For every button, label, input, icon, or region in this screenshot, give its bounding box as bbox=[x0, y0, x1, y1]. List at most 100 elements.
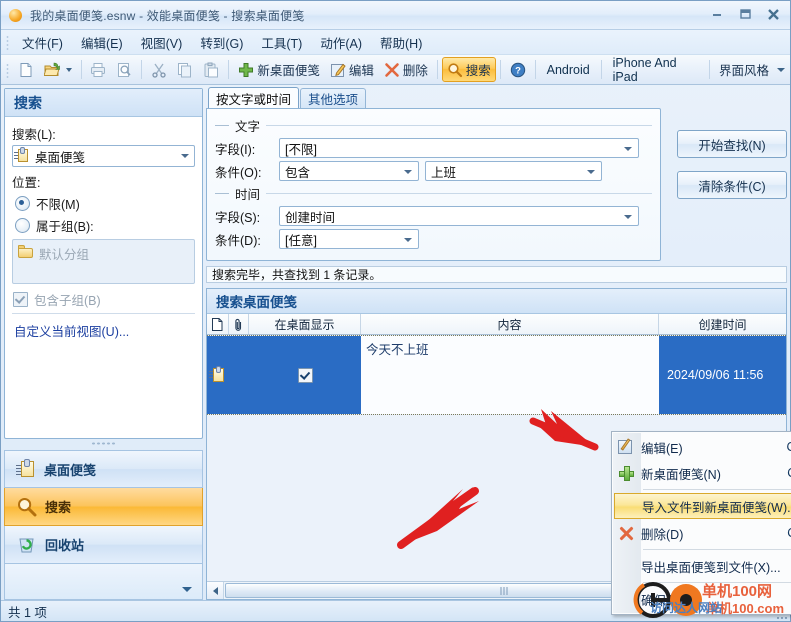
column-header-show-on-desktop[interactable]: 在桌面显示 bbox=[249, 314, 361, 334]
time-group-title: 时间 bbox=[215, 184, 652, 203]
context-menu-item-import-file[interactable]: 导入文件到新桌面便笺(W)... bbox=[614, 493, 791, 519]
menu-help[interactable]: 帮助(H) bbox=[371, 30, 431, 55]
menu-view[interactable]: 视图(V) bbox=[132, 30, 192, 55]
sidebar-item-desktop-notes[interactable]: 桌面便笺 bbox=[4, 450, 203, 488]
chevron-down-icon[interactable] bbox=[624, 147, 632, 151]
context-menu-item-delete[interactable]: 删除(D) Ctrl+D bbox=[612, 520, 791, 546]
edit-button[interactable]: 编辑 bbox=[325, 57, 379, 82]
paste-button[interactable] bbox=[198, 57, 224, 82]
iphone-ipad-button[interactable]: iPhone And iPad bbox=[606, 56, 705, 84]
column-header-attachment[interactable] bbox=[229, 314, 249, 334]
new-note-button[interactable]: 新桌面便笺 bbox=[233, 57, 325, 82]
row-cell-show-on-desktop[interactable] bbox=[249, 336, 361, 414]
help-button[interactable]: ? bbox=[505, 57, 531, 82]
time-field-combo[interactable]: 创建时间 bbox=[279, 206, 639, 226]
search-panel: 搜索 搜索(L): 桌面便笺 位置: 不限(M) 属于组(B): 默认分组 包含… bbox=[4, 88, 203, 439]
status-bar-text: 共 1 项 bbox=[8, 605, 47, 620]
tab-by-text-or-time[interactable]: 按文字或时间 bbox=[208, 87, 300, 108]
group-selector-box[interactable]: 默认分组 bbox=[12, 239, 195, 284]
sidebar-item-recycle-bin[interactable]: 回收站 bbox=[4, 526, 203, 564]
column-header-content[interactable]: 内容 bbox=[361, 314, 659, 334]
customize-view-link[interactable]: 自定义当前视图(U)... bbox=[14, 321, 195, 340]
app-icon bbox=[8, 7, 24, 23]
sidebar-item-label: 桌面便笺 bbox=[44, 462, 97, 478]
menu-goto[interactable]: 转到(G) bbox=[191, 30, 252, 55]
context-menu-item-edit[interactable]: 编辑(E) Ctrl+O bbox=[612, 434, 791, 460]
android-button[interactable]: Android bbox=[540, 63, 597, 77]
minimize-button[interactable] bbox=[704, 4, 730, 24]
close-button[interactable] bbox=[760, 4, 786, 24]
menu-tools[interactable]: 工具(T) bbox=[252, 30, 311, 55]
radio-group[interactable] bbox=[15, 218, 30, 233]
menu-action[interactable]: 动作(A) bbox=[311, 30, 371, 55]
delete-button[interactable]: 删除 bbox=[379, 57, 433, 82]
text-cond-value: 包含 bbox=[285, 165, 311, 180]
context-menu-item-new-note[interactable]: 新桌面便笺(N) Ctrl+N bbox=[612, 460, 791, 486]
radio-group-label: 属于组(B): bbox=[36, 220, 94, 234]
sticky-note-icon bbox=[14, 147, 31, 164]
tab-other-options[interactable]: 其他选项 bbox=[300, 88, 367, 108]
folder-icon bbox=[18, 245, 34, 259]
text-cond-label: 条件(O): bbox=[215, 165, 262, 180]
print-button[interactable] bbox=[85, 57, 111, 82]
include-subgroup-row[interactable]: 包含子组(B) bbox=[13, 290, 195, 309]
chevron-down-icon[interactable] bbox=[624, 215, 632, 219]
sidebar-item-search[interactable]: 搜索 bbox=[4, 488, 203, 526]
chevron-down-icon[interactable] bbox=[587, 170, 595, 174]
context-menu-item-export-file[interactable]: 导出桌面便笺到文件(X)... bbox=[612, 553, 791, 579]
sidebar-nav-list: 桌面便笺 搜索 回收站 bbox=[4, 450, 203, 600]
time-cond-combo[interactable]: [任意] bbox=[279, 229, 419, 249]
time-field-value: 创建时间 bbox=[285, 210, 336, 225]
edit-pencil-icon bbox=[330, 62, 346, 78]
text-keyword-combo[interactable]: 上班 bbox=[425, 161, 602, 181]
location-label: 位置: bbox=[12, 176, 41, 190]
sidebar-nav-more[interactable] bbox=[4, 564, 203, 600]
text-group-label: 文字 bbox=[235, 120, 261, 134]
open-dropdown-arrow[interactable] bbox=[65, 67, 72, 72]
toolbar-grip[interactable] bbox=[5, 61, 11, 78]
search-button[interactable]: 搜索 bbox=[441, 57, 496, 82]
menu-edit[interactable]: 编辑(E) bbox=[72, 30, 132, 55]
radio-group-row[interactable]: 属于组(B): bbox=[15, 216, 195, 235]
search-field-label: 搜索(L): bbox=[12, 128, 56, 142]
radio-any[interactable] bbox=[15, 196, 30, 211]
toolbar-separator-3 bbox=[228, 60, 230, 79]
cut-button[interactable] bbox=[146, 57, 172, 82]
row-cell-content: 今天不上班 bbox=[361, 336, 659, 414]
chevron-down-icon[interactable] bbox=[404, 238, 412, 242]
text-cond-combo[interactable]: 包含 bbox=[279, 161, 419, 181]
column-header-page[interactable] bbox=[207, 314, 229, 334]
menu-file[interactable]: 文件(F) bbox=[13, 30, 72, 55]
context-menu-label: 导入文件到新桌面便笺(W)... bbox=[642, 500, 791, 515]
skin-style-button[interactable]: 界面风格 bbox=[714, 57, 790, 82]
include-subgroup-checkbox[interactable] bbox=[13, 292, 28, 307]
copy-button[interactable] bbox=[172, 57, 198, 82]
time-cond-label: 条件(D): bbox=[215, 233, 261, 248]
column-header-created[interactable]: 创建时间 bbox=[659, 314, 786, 334]
radio-any-row[interactable]: 不限(M) bbox=[15, 194, 195, 213]
skin-style-label: 界面风格 bbox=[718, 64, 769, 78]
show-on-desktop-checkbox[interactable] bbox=[297, 367, 313, 383]
clear-conditions-button[interactable]: 清除条件(C) bbox=[677, 171, 787, 199]
search-scope-combo[interactable]: 桌面便笺 bbox=[12, 145, 195, 167]
chevron-down-icon[interactable] bbox=[404, 170, 412, 174]
menu-bar: 文件(F) 编辑(E) 视图(V) 转到(G) 工具(T) 动作(A) 帮助(H… bbox=[1, 30, 790, 55]
plus-green-icon bbox=[238, 62, 254, 78]
context-menu-shortcut: Ctrl+D bbox=[787, 526, 791, 540]
watermark: 单机100网 单机100.com 访问达人网站 bbox=[626, 579, 786, 619]
chevron-down-icon[interactable] bbox=[181, 154, 189, 158]
sidebar-splitter[interactable] bbox=[4, 439, 203, 448]
sticky-note-icon bbox=[16, 459, 36, 479]
print-preview-button[interactable] bbox=[111, 57, 137, 82]
window-title: 我的桌面便笺.esnw - 效能桌面便笺 - 搜索桌面便笺 bbox=[30, 8, 305, 23]
start-search-button[interactable]: 开始查找(N) bbox=[677, 130, 787, 158]
table-row[interactable]: 今天不上班 2024/09/06 11:56 bbox=[207, 335, 786, 415]
maximize-button[interactable] bbox=[732, 4, 758, 24]
new-document-button[interactable] bbox=[13, 57, 39, 82]
text-field-combo[interactable]: [不限] bbox=[279, 138, 639, 158]
open-file-button[interactable] bbox=[39, 57, 77, 82]
toolbar-separator-1 bbox=[80, 60, 82, 79]
context-menu-shortcut: Ctrl+N bbox=[787, 466, 791, 480]
menu-grip[interactable] bbox=[5, 34, 11, 50]
scroll-left-button[interactable] bbox=[207, 582, 224, 599]
